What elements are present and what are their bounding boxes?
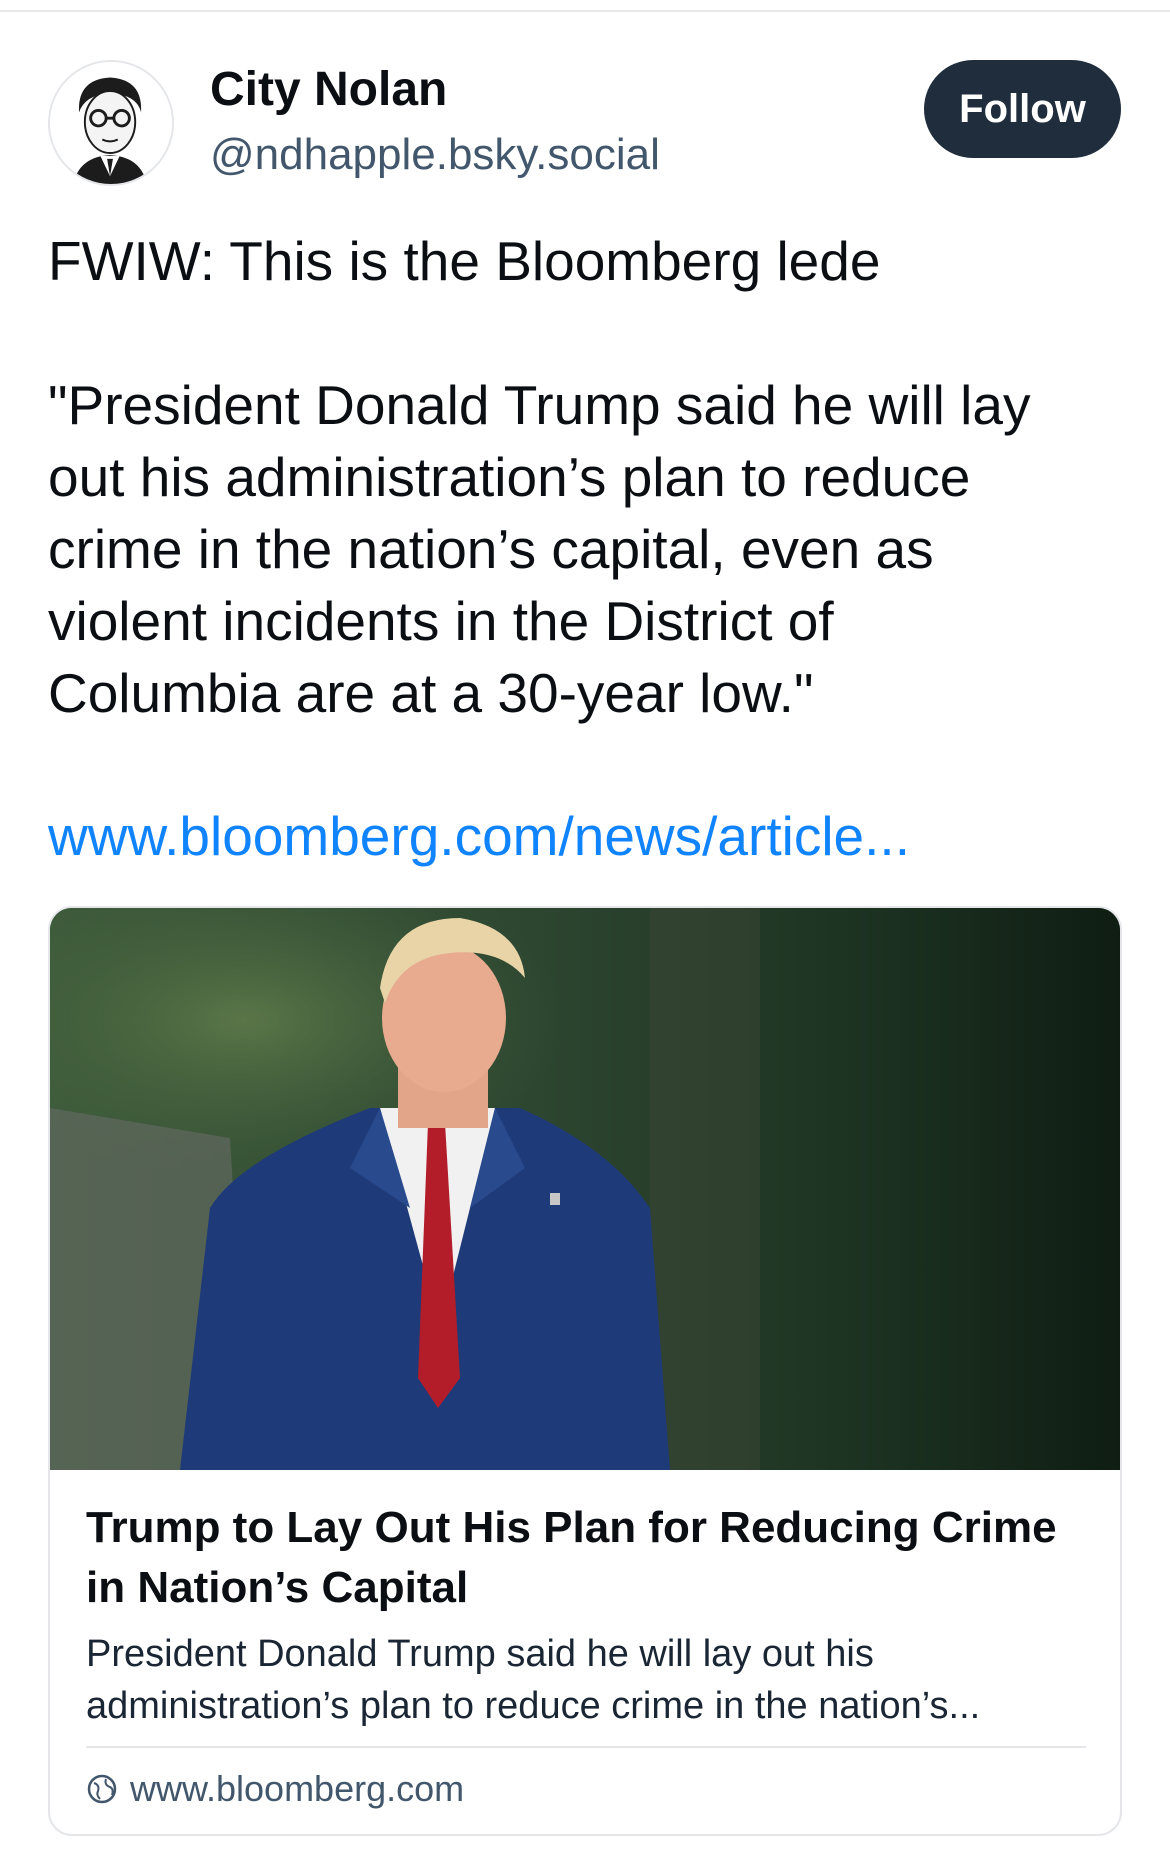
- link-preview-description-line: administration’s plan to reduce crime in…: [86, 1685, 981, 1727]
- author-display-name[interactable]: City Nolan: [210, 62, 447, 117]
- link-preview-domain[interactable]: www.bloomberg.com: [86, 1768, 464, 1810]
- post-text-line: Columbia are at a 30-year low.": [48, 662, 814, 724]
- link-preview-title[interactable]: Trump to Lay Out His Plan for Reducing C…: [86, 1498, 1096, 1618]
- top-divider: [0, 10, 1170, 12]
- author-handle[interactable]: @ndhapple.bsky.social: [210, 130, 660, 180]
- globe-icon: [87, 1774, 117, 1804]
- caricature-avatar-icon: [50, 62, 172, 184]
- link-preview-description-line: President Donald Trump said he will lay …: [86, 1633, 874, 1675]
- trump-photo-image: [50, 908, 1120, 1470]
- post-text-line: violent incidents in the District of: [48, 590, 834, 652]
- link-preview-divider: [86, 1746, 1086, 1748]
- post-text-line: crime in the nation’s capital, even as: [48, 518, 934, 580]
- link-preview-card[interactable]: Trump to Lay Out His Plan for Reducing C…: [48, 906, 1122, 1836]
- link-preview-title-line: Trump to Lay Out His Plan for Reducing C…: [86, 1503, 1057, 1552]
- link-preview-image[interactable]: [50, 908, 1120, 1470]
- post-text-line: "President Donald Trump said he will lay: [48, 374, 1031, 436]
- post-text: FWIW: This is the Bloomberg lede "Presid…: [48, 225, 1128, 729]
- post-link[interactable]: www.bloomberg.com/news/article...: [48, 800, 910, 872]
- link-preview-domain-text: www.bloomberg.com: [130, 1768, 465, 1809]
- link-preview-description: President Donald Trump said he will lay …: [86, 1628, 1096, 1732]
- post-text-line: FWIW: This is the Bloomberg lede: [48, 230, 881, 292]
- post-text-line: out his administration’s plan to reduce: [48, 446, 971, 508]
- follow-button[interactable]: Follow: [924, 60, 1121, 158]
- link-preview-title-line: in Nation’s Capital: [86, 1563, 469, 1612]
- avatar[interactable]: [48, 60, 174, 186]
